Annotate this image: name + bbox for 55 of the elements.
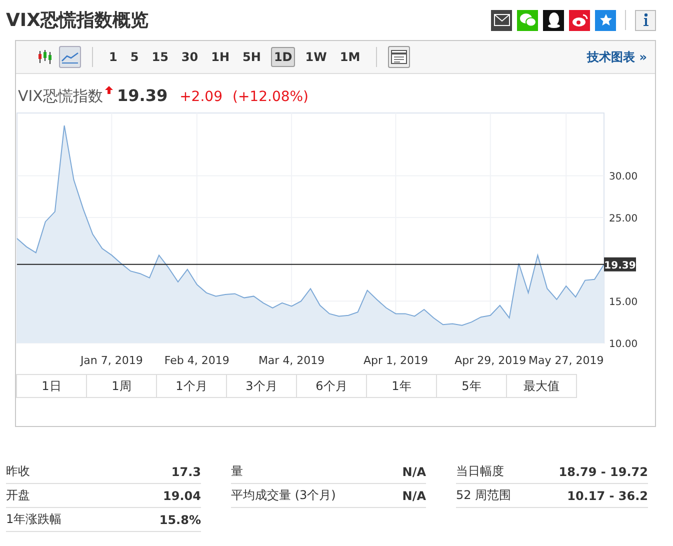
price-change: +2.09: [180, 89, 222, 105]
interval-button[interactable]: 1M: [336, 47, 364, 67]
stat-value: 18.79 - 19.72: [558, 464, 648, 478]
stat-value: N/A: [402, 488, 426, 502]
stat-label: 52 周范围: [456, 487, 512, 504]
interval-button[interactable]: 1: [106, 47, 120, 67]
stat-value: 15.8%: [159, 512, 201, 526]
y-axis-label: 10.00: [609, 339, 638, 350]
stat-label: 昨收: [6, 463, 30, 480]
x-axis-label: Mar 4, 2019: [258, 354, 325, 367]
annotation: 19.39: [604, 260, 636, 272]
stat-label: 量: [231, 463, 243, 480]
range-button[interactable]: 3个月: [226, 374, 297, 398]
stat-value: N/A: [402, 464, 426, 478]
stat-value: 17.3: [171, 464, 201, 478]
x-axis-label: Feb 4, 2019: [164, 354, 230, 367]
qq-icon[interactable]: [543, 10, 564, 30]
x-axis-label: May 27, 2019: [528, 354, 604, 367]
info-icon[interactable]: [635, 10, 656, 30]
range-button[interactable]: 5年: [436, 374, 507, 398]
interval-button[interactable]: 1D: [270, 47, 296, 67]
technical-chart-link[interactable]: 技术图表 »: [587, 48, 647, 66]
current-value-tag: 19.39: [604, 257, 636, 272]
index-name: VIX恐慌指数: [18, 87, 103, 106]
stat-label: 当日幅度: [456, 463, 504, 480]
price: 19.39: [116, 86, 168, 105]
stat-value: 19.04: [163, 488, 201, 502]
page-title: VIX恐慌指数概览: [6, 9, 149, 32]
percent-change: (+12.08%): [232, 89, 309, 105]
x-axis-label: Jan 7, 2019: [80, 354, 143, 367]
interval-button[interactable]: 30: [178, 47, 202, 67]
range-button[interactable]: 6个月: [296, 374, 367, 398]
table-icon[interactable]: [388, 46, 410, 68]
favorite-icon[interactable]: [595, 10, 616, 30]
y-axis-label: 25.00: [609, 214, 638, 225]
range-button[interactable]: 1日: [16, 374, 87, 398]
range-button[interactable]: 1年: [366, 374, 437, 398]
range-button[interactable]: 最大值: [506, 374, 577, 398]
interval-button[interactable]: 1W: [302, 47, 330, 67]
email-icon[interactable]: [491, 10, 512, 30]
x-axis-label: Apr 29, 2019: [454, 354, 526, 367]
range-button[interactable]: 1个月: [156, 374, 227, 398]
range-button[interactable]: 1周: [86, 374, 157, 398]
stat-label: 平均成交量 (3个月): [231, 487, 336, 504]
interval-button[interactable]: 5: [127, 47, 142, 67]
interval-button[interactable]: 15: [148, 47, 172, 67]
y-axis-label: 15.00: [609, 297, 638, 308]
x-axis-label: Apr 1, 2019: [363, 354, 428, 367]
stat-label: 1年涨跌幅: [6, 511, 62, 528]
interval-button[interactable]: 1H: [208, 47, 233, 67]
stat-value: 10.17 - 36.2: [567, 488, 648, 502]
weibo-icon[interactable]: [569, 10, 590, 30]
stat-label: 开盘: [6, 487, 30, 504]
interval-button[interactable]: 5H: [240, 47, 264, 67]
y-axis-label: 30.00: [609, 172, 638, 183]
